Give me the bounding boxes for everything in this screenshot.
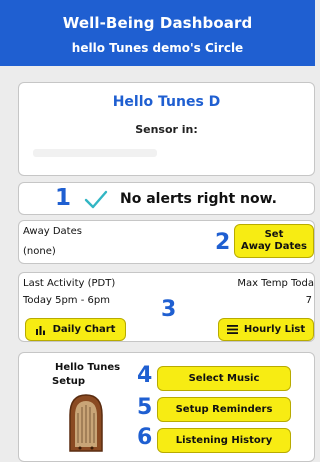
last-activity-label: Last Activity (PDT) [23,278,116,289]
dashboard-header: Well-Being Dashboard hello Tunes demo's … [0,0,315,66]
away-dates-label: Away Dates [23,226,82,237]
set-away-dates-label-line1: Set [264,229,284,240]
step-number-3: 3 [161,297,177,322]
select-music-button[interactable]: Select Music [157,366,291,391]
setup-reminders-button[interactable]: Setup Reminders [157,397,291,422]
daily-chart-label: Daily Chart [52,323,116,335]
setup-title-line1: Hello Tunes [55,362,121,373]
step-number-6: 6 [137,425,153,450]
profile-name: Hello Tunes D [112,94,221,110]
step-number-4: 4 [137,363,153,388]
listening-history-button[interactable]: Listening History [157,428,291,453]
max-temp-value: 7 [305,295,312,306]
alerts-message: No alerts right now. [120,191,277,207]
sensor-value-placeholder [33,149,157,157]
checkmark-icon [84,190,108,209]
sensor-label: Sensor in: [135,123,198,136]
step-number-5: 5 [137,395,153,420]
setup-title-line2: Setup [52,376,86,387]
page-title: Well-Being Dashboard [62,14,253,32]
profile-card: Hello Tunes D Sensor in: [18,82,315,176]
bar-chart-icon [35,326,45,335]
max-temp-label: Max Temp Toda [237,278,314,289]
hourly-list-button[interactable]: Hourly List [218,318,314,341]
circle-subtitle: hello Tunes demo's Circle [71,41,244,55]
alerts-card: 1 No alerts right now. [18,182,315,215]
set-away-dates-button[interactable]: Set Away Dates [234,224,314,258]
list-icon [226,325,238,334]
vintage-radio-icon [69,394,103,452]
last-activity-value: Today 5pm - 6pm [23,295,110,306]
set-away-dates-label-line2: Away Dates [241,241,307,252]
hourly-list-label: Hourly List [243,323,306,335]
daily-chart-button[interactable]: Daily Chart [25,318,126,341]
step-number-2: 2 [215,230,231,255]
away-dates-value: (none) [23,246,56,257]
step-number-1: 1 [55,185,72,211]
